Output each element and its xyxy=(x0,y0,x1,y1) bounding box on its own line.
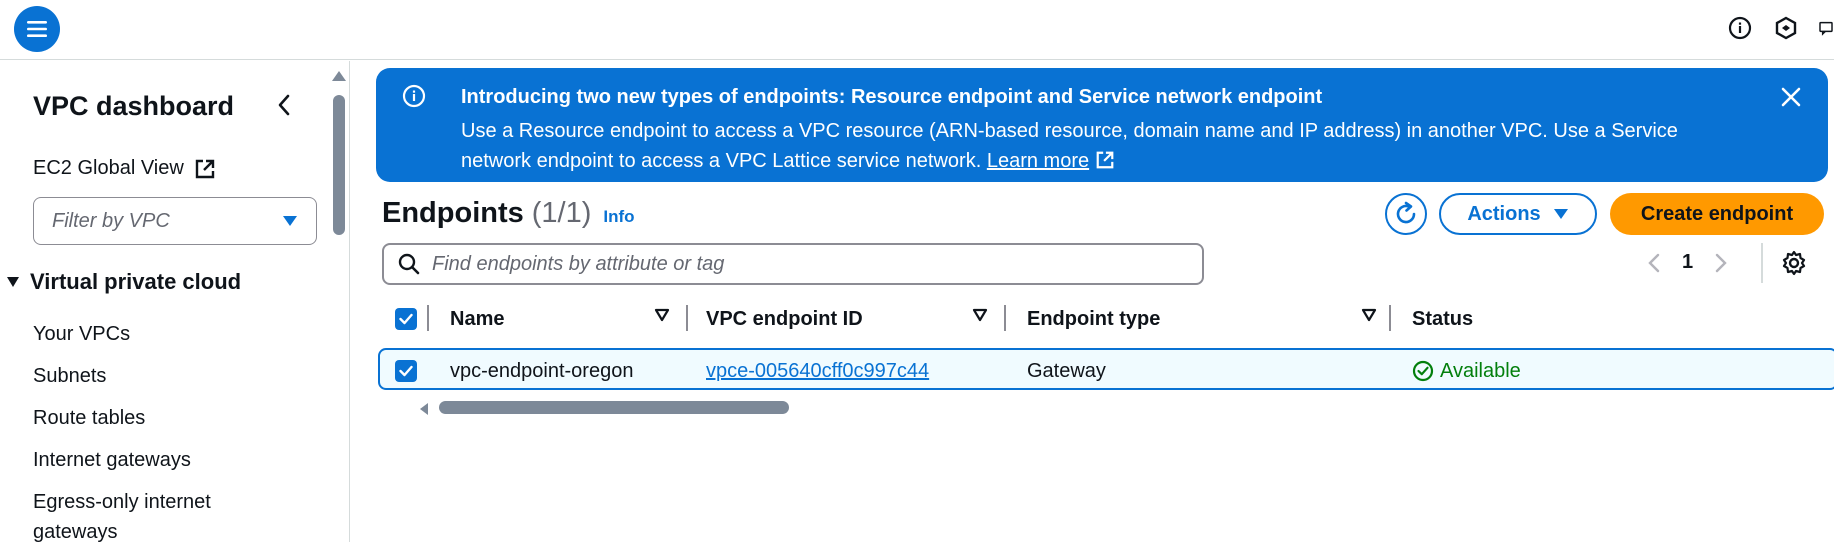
actions-label: Actions xyxy=(1467,202,1541,225)
search-input[interactable]: Find endpoints by attribute or tag xyxy=(382,243,1204,285)
sort-caret-down-icon[interactable] xyxy=(972,308,988,322)
row-checkbox[interactable] xyxy=(395,360,417,382)
select-all-checkbox[interactable] xyxy=(395,308,417,330)
status-label: Available xyxy=(1440,359,1521,382)
vpc-endpoint-id-link[interactable]: vpce-005640cff0c997c44 xyxy=(706,360,929,383)
sidebar-link-label: EC2 Global View xyxy=(33,157,184,179)
search-icon xyxy=(398,253,420,275)
create-endpoint-label: Create endpoint xyxy=(1640,202,1794,225)
close-icon xyxy=(1781,87,1801,107)
shield-hex-icon[interactable] xyxy=(1772,14,1800,42)
external-link-icon xyxy=(1096,151,1114,169)
actions-dropdown-button[interactable]: Actions xyxy=(1439,193,1597,235)
chevron-right-icon xyxy=(1715,253,1727,272)
cell-endpoint-type: Gateway xyxy=(1027,359,1106,382)
cell-status: Available xyxy=(1412,350,1521,392)
sort-caret-down-icon[interactable] xyxy=(1361,308,1377,322)
menu-icon xyxy=(27,21,47,37)
side-navigation: VPC dashboard EC2 Global View Filter by … xyxy=(0,61,350,542)
search-placeholder: Find endpoints by attribute or tag xyxy=(432,252,725,275)
sidebar-item-route-tables[interactable]: Route tables xyxy=(33,397,273,439)
horizontal-scrollbar-thumb[interactable] xyxy=(439,401,789,414)
flashbar-title: Introducing two new types of endpoints: … xyxy=(461,86,1323,108)
table-preferences-button[interactable] xyxy=(1761,243,1825,283)
current-page-number[interactable]: 1 xyxy=(1682,251,1693,274)
row-checkbox-cell xyxy=(395,350,417,392)
column-label: Endpoint type xyxy=(1027,307,1161,330)
learn-more-label: Learn more xyxy=(986,150,1090,172)
sidebar-link-ec2-global-view[interactable]: EC2 Global View xyxy=(33,157,216,180)
chevron-left-icon xyxy=(278,94,290,116)
column-divider xyxy=(686,305,688,331)
vpc-filter-select[interactable]: Filter by VPC xyxy=(33,197,317,245)
main-content: Introducing two new types of endpoints: … xyxy=(351,61,1834,542)
status-success-icon xyxy=(1412,360,1434,382)
column-header-endpoint-type[interactable]: Endpoint type xyxy=(1027,295,1397,343)
flashbar-body: Use a Resource endpoint to access a VPC … xyxy=(461,116,1731,176)
refresh-button[interactable] xyxy=(1385,193,1427,235)
table-row[interactable]: vpc-endpoint-oregon vpce-005640cff0c997c… xyxy=(378,348,1834,390)
refresh-icon xyxy=(1396,201,1416,224)
selection-count: (1/1) xyxy=(531,197,592,229)
caret-down-icon xyxy=(283,216,297,226)
top-navigation xyxy=(0,0,1834,60)
sidebar-section-label: Virtual private cloud xyxy=(30,269,242,294)
sidebar-items: Your VPCs Subnets Route tables Internet … xyxy=(33,313,273,542)
create-endpoint-button[interactable]: Create endpoint xyxy=(1610,193,1824,235)
checkmark-icon xyxy=(399,313,413,325)
column-divider xyxy=(427,305,429,331)
cell-vpc-endpoint-id: vpce-005640cff0c997c44 xyxy=(706,350,929,392)
checkmark-icon xyxy=(399,365,413,377)
info-flashbar: Introducing two new types of endpoints: … xyxy=(376,68,1828,182)
table-horizontal-scrollbar[interactable] xyxy=(413,399,1834,417)
column-label: VPC endpoint ID xyxy=(706,307,863,330)
sidebar-section-virtual-private-cloud[interactable]: Virtual private cloud xyxy=(6,269,241,295)
sidebar-scroll-up-arrow[interactable] xyxy=(332,71,346,81)
cell-name: vpc-endpoint-oregon xyxy=(450,359,634,382)
sidebar-title: VPC dashboard xyxy=(33,91,235,121)
info-circle-icon[interactable] xyxy=(1726,14,1754,42)
chevron-left-icon xyxy=(1648,253,1660,272)
sidebar-item-subnets[interactable]: Subnets xyxy=(33,355,273,397)
learn-more-link[interactable]: Learn more xyxy=(987,150,1089,172)
sidebar-item-internet-gateways[interactable]: Internet gateways xyxy=(33,439,273,481)
page-title: Endpoints xyxy=(382,197,524,229)
menu-button[interactable] xyxy=(14,6,60,52)
sidebar-scrollbar-thumb[interactable] xyxy=(333,95,345,235)
column-divider xyxy=(1389,305,1391,331)
sidebar-item-your-vpcs[interactable]: Your VPCs xyxy=(33,313,273,355)
column-label: Name xyxy=(450,307,505,330)
pagination: 1 xyxy=(1648,251,1727,274)
feedback-icon[interactable] xyxy=(1818,14,1834,42)
column-divider xyxy=(1004,305,1006,331)
caret-down-icon xyxy=(7,277,19,287)
sidebar-item-egress-only-internet-gateways[interactable]: Egress-only internet gateways xyxy=(33,487,273,542)
vpc-filter-placeholder: Filter by VPC xyxy=(52,209,170,232)
next-page-button[interactable] xyxy=(1715,253,1727,273)
column-header-status[interactable]: Status xyxy=(1412,295,1612,343)
info-circle-icon xyxy=(402,84,426,108)
column-header-name[interactable]: Name xyxy=(450,295,690,343)
info-link[interactable]: Info xyxy=(603,207,634,227)
previous-page-button[interactable] xyxy=(1648,253,1660,273)
external-link-icon xyxy=(195,159,215,178)
column-header-vpc-endpoint-id[interactable]: VPC endpoint ID xyxy=(706,295,1026,343)
scroll-left-arrow[interactable] xyxy=(420,403,428,415)
select-all-checkbox-cell xyxy=(395,295,417,343)
caret-down-icon xyxy=(1553,209,1568,219)
column-label: Status xyxy=(1412,307,1474,330)
dismiss-flashbar-button[interactable] xyxy=(1776,82,1806,112)
gear-icon xyxy=(1782,250,1806,276)
page-header: Endpoints (1/1) Info xyxy=(382,197,635,230)
sort-caret-down-icon[interactable] xyxy=(654,308,670,322)
collapse-sidebar-button[interactable] xyxy=(270,91,298,119)
